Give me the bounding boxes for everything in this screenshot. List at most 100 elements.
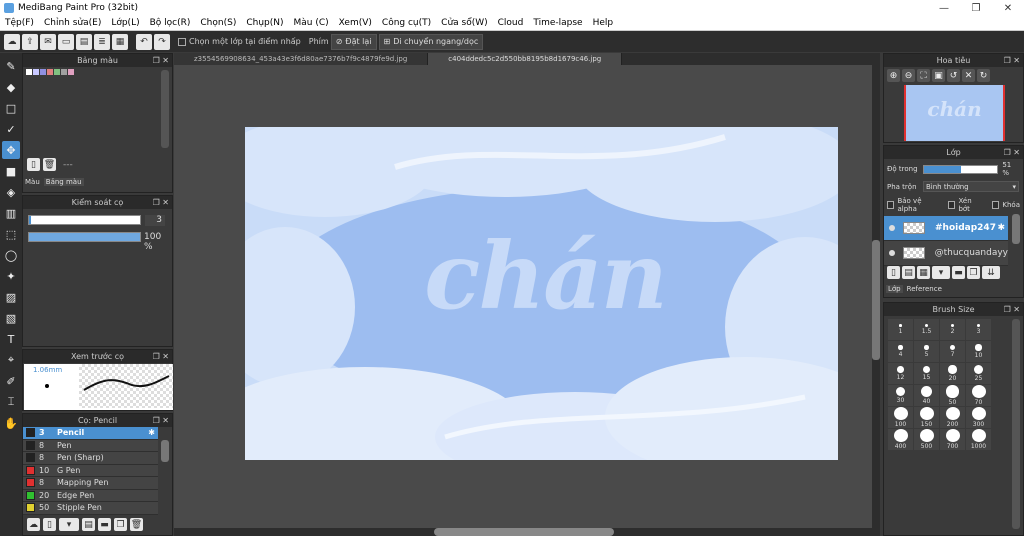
select-brush-icon[interactable]: ▨ [2, 288, 20, 306]
protect-alpha-checkbox[interactable] [887, 201, 895, 209]
brush-size-cell[interactable]: 1.5 [914, 319, 939, 340]
brush-size-cell[interactable]: 10 [966, 341, 991, 362]
palette-scrollbar[interactable] [161, 70, 169, 148]
gear-icon[interactable]: ✱ [997, 223, 1008, 233]
restore-button[interactable]: ❐ [960, 3, 992, 14]
eraser-tool-icon[interactable]: ◆ [2, 78, 20, 96]
divide-icon[interactable]: ⌖ [2, 351, 20, 369]
fit-icon[interactable]: ⛶ [917, 69, 930, 82]
brush-item[interactable]: 3 Pencil ✱ [23, 427, 158, 440]
layer-row[interactable]: #hoidap247 ✱ [884, 216, 1008, 241]
eyedropper-icon[interactable]: ✐ [2, 372, 20, 390]
delete-brush-icon[interactable]: 🗑 [130, 518, 143, 531]
duplicate-icon[interactable]: ❐ [967, 266, 980, 279]
canvas[interactable]: chán [245, 127, 838, 460]
gradient-icon[interactable]: ▥ [2, 204, 20, 222]
new-halftone-layer-icon[interactable]: ▤ [902, 266, 915, 279]
menu-view[interactable]: Xem(V) [334, 18, 377, 28]
undo-icon[interactable]: ↶ [136, 33, 152, 50]
select-layer-checkbox[interactable]: Chọn một lớp tại điểm nhấp [178, 37, 301, 46]
menu-window[interactable]: Cửa sổ(W) [436, 18, 492, 28]
tab-layer[interactable]: Lớp [886, 285, 903, 293]
lock-checkbox[interactable] [991, 201, 1000, 209]
panel-buttons[interactable]: ❐ ✕ [1004, 146, 1020, 159]
upload-icon[interactable]: ⇪ [22, 33, 38, 50]
brush-size-cell[interactable]: 1 [888, 319, 913, 340]
menu-cloud[interactable]: Cloud [493, 18, 529, 28]
brush-size-cell[interactable]: 7 [940, 341, 965, 362]
tab-palette[interactable]: Bảng màu [43, 178, 84, 186]
brush-size-cell[interactable]: 1000 [966, 429, 991, 450]
duplicate-icon[interactable]: ❐ [114, 518, 127, 531]
opacity-slider[interactable] [28, 232, 141, 242]
rect-select-icon[interactable]: ⬚ [2, 225, 20, 243]
brush-size-cell[interactable]: 4 [888, 341, 913, 362]
brush-size-cell[interactable]: 20 [940, 363, 965, 384]
new-palette-icon[interactable]: ▯ [27, 158, 40, 171]
panel-buttons[interactable]: ❐ ✕ [1004, 54, 1020, 67]
brush-size-cell[interactable]: 12 [888, 363, 913, 384]
menu-edit[interactable]: Chỉnh sửa(E) [39, 18, 106, 28]
brush-tool-icon[interactable]: ✎ [2, 57, 20, 75]
palette-swatch[interactable] [54, 69, 60, 75]
chat-icon[interactable]: ▭ [58, 33, 74, 50]
magic-wand-icon[interactable]: ✦ [2, 267, 20, 285]
new-brush-icon[interactable]: ▯ [43, 518, 56, 531]
brush-item[interactable]: 8 Mapping Pen [23, 477, 158, 490]
delete-palette-icon[interactable]: 🗑 [43, 158, 56, 171]
brush-size-cell[interactable]: 200 [940, 407, 965, 428]
brush-size-cell[interactable]: 25 [966, 363, 991, 384]
brush-size-cell[interactable]: 70 [966, 385, 991, 406]
eye-icon[interactable] [889, 225, 895, 231]
select-pen-icon[interactable]: ✓ [2, 120, 20, 138]
layer-opacity-slider[interactable] [922, 164, 999, 174]
panel-buttons[interactable]: ❐ ✕ [153, 350, 169, 363]
menu-select[interactable]: Chọn(S) [195, 18, 241, 28]
comment-icon[interactable]: ✉ [40, 33, 56, 50]
horizontal-scrollbar[interactable] [174, 528, 872, 536]
shape-tool-icon[interactable]: □ [2, 99, 20, 117]
menu-help[interactable]: Help [588, 18, 619, 28]
brush-size-cell[interactable]: 100 [888, 407, 913, 428]
lasso-icon[interactable]: ◯ [2, 246, 20, 264]
brush-size-cell[interactable]: 40 [914, 385, 939, 406]
palette-swatch[interactable] [40, 69, 46, 75]
brush-list-scrollbar[interactable] [161, 440, 169, 462]
rotate-left-icon[interactable]: ↺ [947, 69, 960, 82]
brush-size-scrollbar[interactable] [1012, 319, 1020, 529]
size-slider[interactable] [28, 215, 141, 225]
menu-capture[interactable]: Chụp(N) [241, 18, 288, 28]
move-tool-icon[interactable]: ✥ [2, 141, 20, 159]
move-button[interactable]: ⊞ Di chuyển ngang/dọc [378, 33, 484, 50]
text-tool-icon[interactable]: T [2, 330, 20, 348]
zoom-out-icon[interactable]: ⊖ [902, 69, 915, 82]
brush-size-cell[interactable]: 30 [888, 385, 913, 406]
brush-size-cell[interactable]: 300 [966, 407, 991, 428]
brush-size-cell[interactable]: 15 [914, 363, 939, 384]
clip-checkbox[interactable] [948, 201, 956, 209]
palette-swatch[interactable] [33, 69, 39, 75]
palette-swatch[interactable] [47, 69, 53, 75]
brush-size-cell[interactable]: 150 [914, 407, 939, 428]
brush-item[interactable]: 20 Edge Pen [23, 489, 158, 502]
brush-size-cell[interactable]: 5 [914, 341, 939, 362]
flip-icon[interactable]: ✕ [962, 69, 975, 82]
panel-buttons[interactable]: ❐ ✕ [153, 414, 169, 427]
new-layer-icon[interactable]: ▯ [887, 266, 900, 279]
menu-filter[interactable]: Bộ lọc(R) [145, 18, 196, 28]
brush-size-cell[interactable]: 700 [940, 429, 965, 450]
close-button[interactable]: ✕ [992, 3, 1024, 14]
document-icon[interactable]: ▤ [76, 33, 92, 50]
vertical-scrollbar[interactable] [872, 65, 880, 536]
zoom-in-icon[interactable]: ⊕ [887, 69, 900, 82]
hand-icon[interactable]: ✋ [2, 414, 20, 432]
navigator-thumbnail[interactable]: chán [904, 85, 1005, 141]
fill-rect-icon[interactable]: ■ [2, 162, 20, 180]
new-8bit-layer-icon[interactable]: ▦ [917, 266, 930, 279]
brush-item[interactable]: 8 Pen [23, 439, 158, 452]
layer-scrollbar[interactable] [1012, 214, 1020, 244]
size-value[interactable]: 3 [145, 215, 165, 226]
rotate-right-icon[interactable]: ↻ [977, 69, 990, 82]
menu-file[interactable]: Tệp(F) [0, 18, 39, 28]
blend-select[interactable]: Bình thường ▾ [923, 181, 1019, 192]
